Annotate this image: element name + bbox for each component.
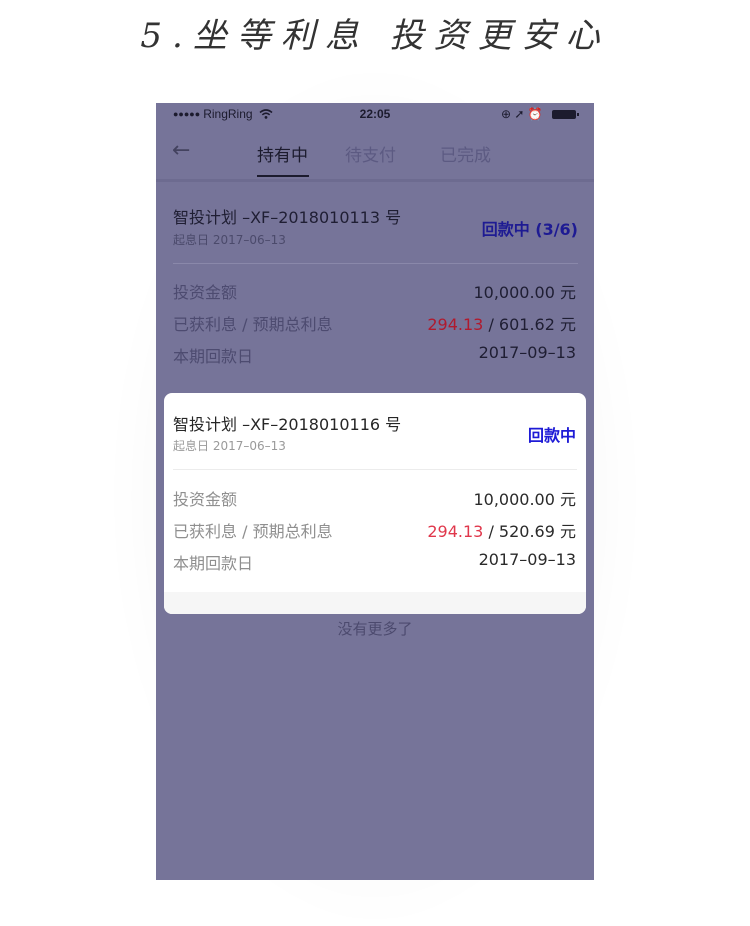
- invest-amount-label: 投资金额: [173, 490, 238, 509]
- interest-label: 已获利息 / 预期总利息: [173, 315, 333, 334]
- repayment-date-label: 本期回款日: [173, 347, 254, 366]
- tab-navbar: ← 持有中 待支付 已完成: [156, 127, 594, 179]
- status-right-icons: ⊕ ➚ ⏰: [500, 107, 579, 121]
- repayment-status: 回款中: [527, 426, 576, 445]
- active-tab-indicator: [257, 175, 309, 177]
- plan-title: 智投计划 –XF–2018010116 号: [173, 415, 402, 434]
- earned-interest: 294.13: [427, 315, 484, 334]
- tab-holding[interactable]: 持有中: [257, 141, 308, 166]
- repayment-date-value: 2017–09–13: [478, 343, 576, 362]
- phone-screen: ●●●●● RingRing 22:05 ⊕ ➚ ⏰ ← 持有中 待支付 已完成 …: [156, 103, 594, 880]
- investment-card-highlighted[interactable]: 智投计划 –XF–2018010116 号 起息日 2017–06–13 回款中…: [164, 393, 586, 614]
- expected-interest: 520.69 元: [498, 522, 576, 541]
- repayment-date-value: 2017–09–13: [478, 550, 576, 569]
- investment-card-dimmed[interactable]: 智投计划 –XF–2018010113 号 起息日 2017–06–13 回款中…: [156, 193, 594, 389]
- status-bar: ●●●●● RingRing 22:05 ⊕ ➚ ⏰: [156, 103, 594, 127]
- interest-separator: /: [483, 522, 499, 541]
- interest-label: 已获利息 / 预期总利息: [173, 522, 333, 541]
- repayment-status: 回款中 (3/6): [481, 220, 578, 239]
- card-footer-strip: [164, 592, 586, 614]
- back-arrow-icon[interactable]: ←: [172, 138, 190, 163]
- interest-value: 294.13 / 601.62 元: [427, 311, 576, 335]
- divider: [173, 469, 577, 470]
- expected-interest: 601.62 元: [498, 315, 576, 334]
- earned-interest: 294.13: [427, 522, 484, 541]
- interest-value: 294.13 / 520.69 元: [427, 518, 576, 542]
- interest-separator: /: [483, 315, 499, 334]
- tab-completed[interactable]: 已完成: [440, 141, 491, 166]
- battery-icon: [552, 110, 579, 119]
- divider: [173, 263, 578, 264]
- plan-title: 智投计划 –XF–2018010113 号: [173, 208, 402, 227]
- invest-amount-label: 投资金额: [173, 283, 238, 302]
- start-date: 起息日 2017–06–13: [173, 439, 286, 453]
- invest-amount-value: 10,000.00 元: [473, 490, 576, 509]
- no-more-text: 没有更多了: [337, 620, 413, 638]
- nav-divider: [156, 179, 594, 182]
- tab-pending-payment[interactable]: 待支付: [345, 141, 396, 166]
- repayment-date-label: 本期回款日: [173, 554, 254, 573]
- start-date: 起息日 2017–06–13: [173, 233, 286, 247]
- invest-amount-value: 10,000.00 元: [473, 283, 576, 302]
- status-icons: ⊕ ➚ ⏰: [500, 107, 543, 121]
- promo-headline: 5.坐等利息 投资更安心: [140, 16, 610, 56]
